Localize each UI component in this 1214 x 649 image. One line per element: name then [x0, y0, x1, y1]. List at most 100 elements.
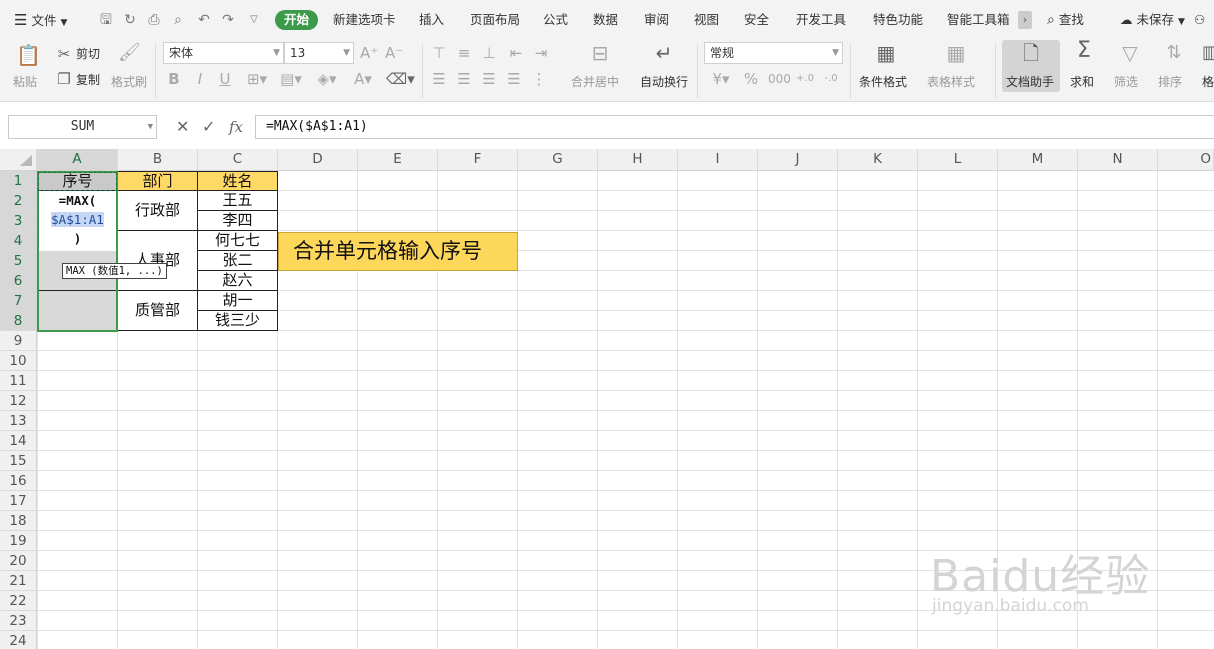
- fill-color-icon[interactable]: ◈▾: [314, 70, 340, 88]
- align-left-icon[interactable]: ☰: [430, 70, 448, 88]
- row-header-23[interactable]: 23: [0, 611, 36, 631]
- row-header-20[interactable]: 20: [0, 551, 36, 571]
- save-status-button[interactable]: ☁ 未保存 ▼: [1120, 0, 1185, 40]
- align-center-icon[interactable]: ☰: [455, 70, 473, 88]
- column-header-d[interactable]: D: [278, 149, 358, 170]
- preview-icon[interactable]: ⌕: [168, 10, 188, 30]
- cancel-icon[interactable]: ✕: [176, 115, 189, 139]
- tab-toolbox[interactable]: 智能工具箱: [947, 0, 1010, 40]
- decrease-decimal-icon[interactable]: -.0: [820, 70, 842, 88]
- align-bottom-icon[interactable]: ⊥: [480, 44, 498, 62]
- conditional-format-button[interactable]: 条件格式: [859, 73, 907, 90]
- row-header-7[interactable]: 7: [0, 291, 36, 311]
- thousands-icon[interactable]: 000: [768, 70, 791, 88]
- percent-icon[interactable]: %: [742, 70, 760, 88]
- column-header-i[interactable]: I: [678, 149, 758, 170]
- tab-formulas[interactable]: 公式: [543, 0, 568, 40]
- distribute-icon[interactable]: ⋮: [530, 70, 548, 88]
- font-name-select[interactable]: 宋体 ▼: [163, 42, 284, 64]
- format-button[interactable]: 格: [1202, 73, 1214, 90]
- cell-c1[interactable]: 姓名: [198, 171, 278, 191]
- font-decrease-icon[interactable]: A⁻: [385, 44, 403, 62]
- underline-icon[interactable]: U: [217, 70, 233, 88]
- user-icon[interactable]: ⚇: [1194, 0, 1205, 40]
- row-header-1[interactable]: 1: [0, 171, 36, 191]
- redo-icon[interactable]: ↷: [218, 10, 238, 30]
- tab-page-layout[interactable]: 页面布局: [470, 0, 520, 40]
- tab-new[interactable]: 新建选项卡: [333, 0, 396, 40]
- italic-icon[interactable]: I: [192, 70, 208, 88]
- currency-icon[interactable]: ¥▾: [708, 70, 734, 88]
- row-header-15[interactable]: 15: [0, 451, 36, 471]
- eraser-icon[interactable]: ⌫▾: [386, 70, 415, 88]
- column-header-j[interactable]: J: [758, 149, 838, 170]
- sum-button[interactable]: 求和: [1070, 73, 1094, 90]
- column-header-e[interactable]: E: [358, 149, 438, 170]
- number-format-select[interactable]: 常规 ▼: [704, 42, 843, 64]
- cell-c3[interactable]: 李四: [198, 211, 278, 231]
- tab-insert[interactable]: 插入: [419, 0, 444, 40]
- column-header-o[interactable]: O: [1158, 149, 1214, 170]
- row-header-3[interactable]: 3: [0, 211, 36, 231]
- column-header-k[interactable]: K: [838, 149, 918, 170]
- tab-developer[interactable]: 开发工具: [796, 0, 846, 40]
- formula-input[interactable]: =MAX($A$1:A1): [255, 115, 1214, 139]
- row-header-13[interactable]: 13: [0, 411, 36, 431]
- function-tooltip[interactable]: MAX (数值1, ...): [62, 263, 167, 279]
- tab-features[interactable]: 特色功能: [873, 0, 923, 40]
- border-icon[interactable]: ⊞▾: [244, 70, 270, 88]
- row-header-14[interactable]: 14: [0, 431, 36, 451]
- row-header-18[interactable]: 18: [0, 511, 36, 531]
- row-header-10[interactable]: 10: [0, 351, 36, 371]
- cell-c8[interactable]: 钱三少: [198, 311, 278, 331]
- column-header-f[interactable]: F: [438, 149, 518, 170]
- font-increase-icon[interactable]: A⁺: [360, 44, 378, 62]
- row-header-9[interactable]: 9: [0, 331, 36, 351]
- merge-center-button[interactable]: 合并居中: [571, 73, 619, 90]
- format-painter-button[interactable]: 格式刷: [111, 73, 147, 90]
- wrap-text-button[interactable]: 自动换行: [640, 73, 688, 90]
- column-header-c[interactable]: C: [198, 149, 278, 170]
- copy-button[interactable]: 复制: [76, 71, 100, 88]
- cell-b7-merged[interactable]: 质管部: [118, 291, 198, 331]
- cloud-icon[interactable]: ↻: [120, 10, 140, 30]
- font-size-select[interactable]: 13 ▼: [284, 42, 354, 64]
- search-button[interactable]: ⌕ 查找: [1047, 0, 1084, 40]
- confirm-icon[interactable]: ✓: [202, 115, 215, 139]
- row-header-21[interactable]: 21: [0, 571, 36, 591]
- column-header-m[interactable]: M: [998, 149, 1078, 170]
- bold-icon[interactable]: B: [166, 70, 182, 88]
- undo-icon[interactable]: ↶: [194, 10, 214, 30]
- align-top-icon[interactable]: ⊤: [430, 44, 448, 62]
- cell-b4-merged[interactable]: 人事部: [118, 231, 198, 291]
- cell-b1[interactable]: 部门: [118, 171, 198, 191]
- font-color-icon[interactable]: A▾: [350, 70, 376, 88]
- file-menu[interactable]: ☰ 文件 ▼: [14, 0, 67, 40]
- align-right-icon[interactable]: ☰: [480, 70, 498, 88]
- row-header-11[interactable]: 11: [0, 371, 36, 391]
- row-header-22[interactable]: 22: [0, 591, 36, 611]
- doc-assistant-button[interactable]: 🗋 文档助手: [1002, 40, 1060, 92]
- save-icon[interactable]: 🖫: [96, 10, 116, 30]
- cell-c7[interactable]: 胡一: [198, 291, 278, 311]
- row-header-4[interactable]: 4: [0, 231, 36, 251]
- tab-data[interactable]: 数据: [593, 0, 618, 40]
- select-all-button[interactable]: [0, 149, 37, 170]
- sort-button[interactable]: 排序: [1158, 73, 1182, 90]
- cell-c4[interactable]: 何七七: [198, 231, 278, 251]
- row-header-24[interactable]: 24: [0, 631, 36, 649]
- more-tabs-chevron-icon[interactable]: ›: [1018, 11, 1032, 29]
- row-header-8[interactable]: 8: [0, 311, 36, 331]
- row-header-17[interactable]: 17: [0, 491, 36, 511]
- column-header-h[interactable]: H: [598, 149, 678, 170]
- justify-icon[interactable]: ☰: [505, 70, 523, 88]
- column-header-l[interactable]: L: [918, 149, 998, 170]
- cell-c2[interactable]: 王五: [198, 191, 278, 211]
- column-header-a[interactable]: A: [37, 149, 118, 170]
- tab-security[interactable]: 安全: [744, 0, 769, 40]
- cell-c6[interactable]: 赵六: [198, 271, 278, 291]
- row-header-5[interactable]: 5: [0, 251, 36, 271]
- paste-icon[interactable]: 📋: [16, 45, 41, 65]
- column-header-g[interactable]: G: [518, 149, 598, 170]
- cut-button[interactable]: 剪切: [76, 45, 100, 62]
